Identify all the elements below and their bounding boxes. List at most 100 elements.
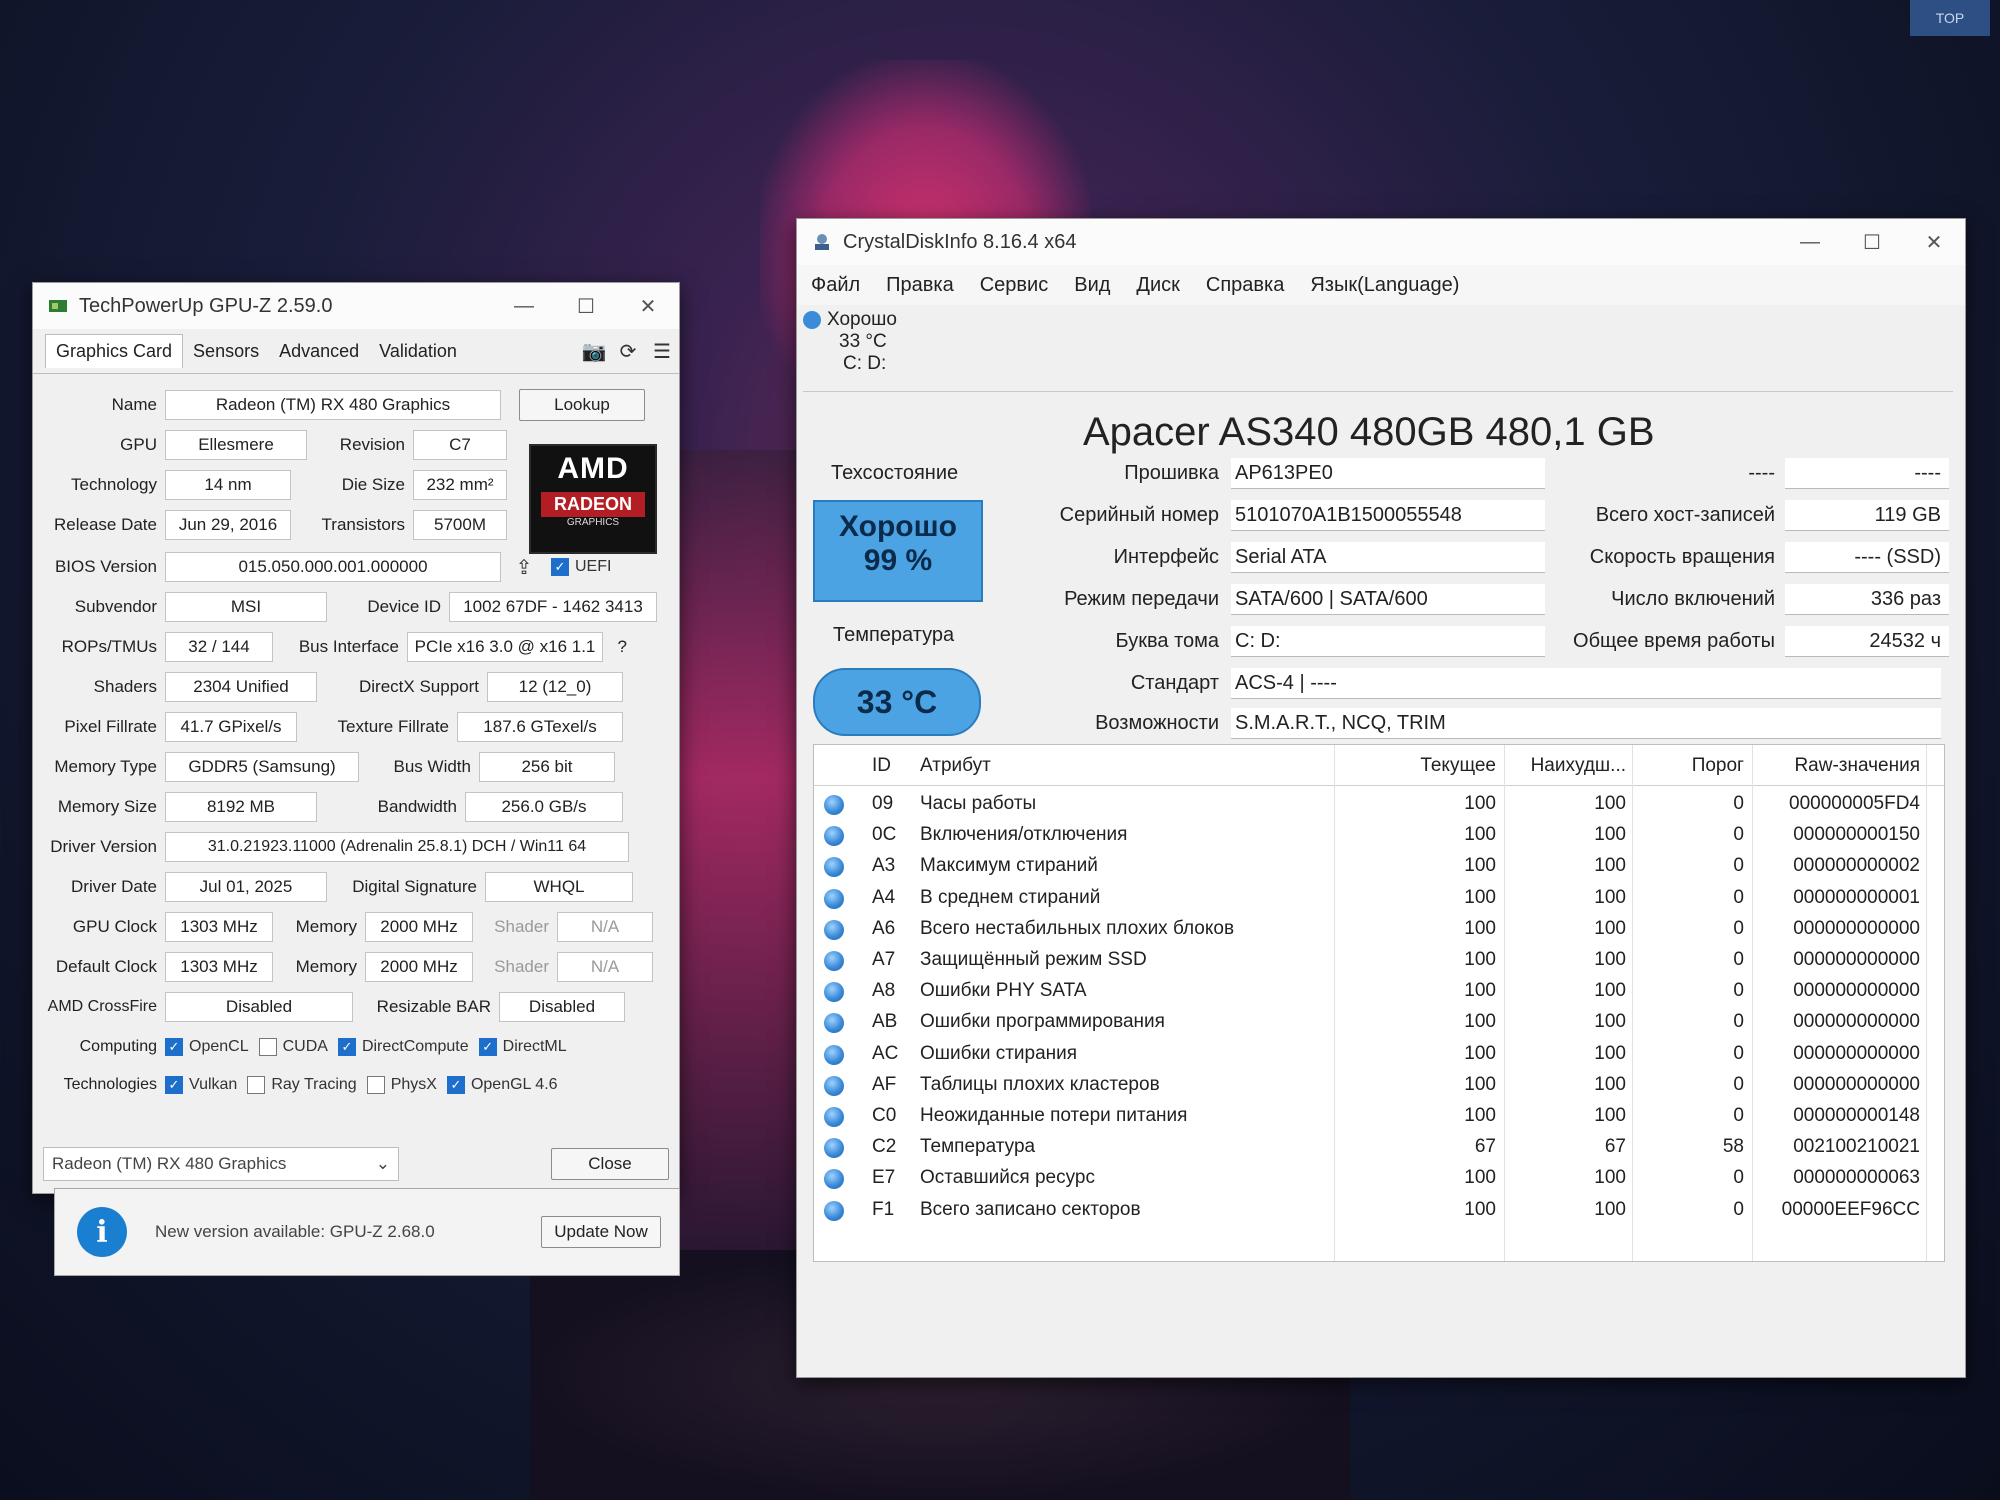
temperature-value[interactable]: 33 °C — [813, 668, 981, 736]
health-percent: 99 % — [863, 544, 933, 577]
gpu-label: GPU — [120, 435, 157, 454]
close-button[interactable]: ✕ — [1903, 219, 1965, 265]
row-raw: 00000EEF96CC — [1781, 1198, 1920, 1220]
transistors-label: Transistors — [321, 515, 405, 534]
row-raw: 000000005FD4 — [1789, 793, 1920, 814]
col-raw[interactable]: Raw-значения — [1750, 755, 1920, 777]
uefi-checkbox[interactable]: ✓ UEFI — [551, 558, 611, 576]
cdi-titlebar[interactable]: CrystalDiskInfo 8.16.4 x64 — ☐ ✕ — [797, 219, 1965, 265]
menu-service[interactable]: Сервис — [980, 274, 1049, 297]
refresh-icon[interactable]: ⟳ — [611, 336, 645, 366]
power-hours-value: 24532 ч — [1785, 626, 1949, 657]
row-threshold: 0 — [1733, 980, 1744, 1002]
desktop-corner-badge[interactable]: TOP — [1910, 0, 1990, 36]
row-attribute: Часы работы — [920, 793, 1037, 814]
row-current: 100 — [1464, 824, 1496, 846]
menu-help[interactable]: Справка — [1206, 274, 1284, 297]
tab-sensors[interactable]: Sensors — [183, 335, 269, 368]
texture-fillrate-value: 187.6 GTexel/s — [457, 712, 623, 742]
row-current: 100 — [1464, 1042, 1496, 1064]
subvendor-label: Subvendor — [74, 597, 157, 616]
opencl-checkbox[interactable]: ✓ OpenCL — [165, 1038, 249, 1056]
interface-value: Serial ATA — [1231, 542, 1545, 573]
row-threshold: 0 — [1733, 793, 1744, 814]
bus-interface-value: PCIe x16 3.0 @ x16 1.1 — [407, 632, 603, 662]
tab-advanced[interactable]: Advanced — [269, 335, 369, 368]
row-worst: 100 — [1594, 1042, 1626, 1064]
driver-version-value: 31.0.21923.11000 (Adrenalin 25.8.1) DCH … — [165, 832, 629, 862]
table-row[interactable]: C0 Неожиданные потери питания 100 100 0 00000… — [814, 1101, 1944, 1132]
table-row[interactable]: 0C Включения/отключения 100 100 0 00000000015… — [814, 820, 1944, 851]
opengl-checkbox[interactable]: ✓ OpenGL 4.6 — [446, 1076, 558, 1094]
directcompute-checkbox[interactable]: ✓ DirectCompute — [337, 1038, 469, 1056]
directml-checkbox[interactable]: ✓ DirectML — [478, 1038, 567, 1056]
update-now-button[interactable]: Update Now — [541, 1216, 661, 1248]
menu-view[interactable]: Вид — [1074, 274, 1110, 297]
table-row[interactable]: C2 Температура 67 67 58 002100210021 — [814, 1132, 1944, 1163]
power-count-label: Число включений — [1611, 588, 1775, 610]
health-status-button[interactable]: Хорошо 99 % — [813, 500, 983, 602]
close-dialog-button[interactable]: Close — [551, 1148, 669, 1180]
share-icon[interactable]: ⇪ — [507, 552, 541, 582]
table-row[interactable]: A8 Ошибки PHY SATA 100 100 0 000000000000 — [814, 976, 1944, 1007]
close-button[interactable]: ✕ — [617, 283, 679, 329]
row-worst: 100 — [1594, 980, 1626, 1002]
menu-language[interactable]: Язык(Language) — [1310, 274, 1459, 297]
table-row[interactable]: AF Таблицы плохих кластеров 100 100 0 0000000… — [814, 1070, 1944, 1101]
camera-icon[interactable]: 📷 — [577, 336, 611, 366]
table-row[interactable]: F1 Всего записано секторов 100 100 0 00000EEF… — [814, 1195, 1944, 1226]
menu-edit[interactable]: Правка — [886, 274, 954, 297]
row-id: AF — [872, 1073, 897, 1095]
maximize-button[interactable]: ☐ — [1841, 219, 1903, 265]
power-hours-label: Общее время работы — [1573, 630, 1775, 652]
table-row[interactable]: A6 Всего нестабильных плохих блоков 100 100… — [814, 914, 1944, 945]
tab-validation[interactable]: Validation — [369, 335, 467, 368]
gpuz-window: TechPowerUp GPU-Z 2.59.0 — ☐ ✕ Graphics … — [32, 282, 680, 1194]
table-row[interactable]: A7 Защищённый режим SSD 100 100 0 00000000000… — [814, 945, 1944, 976]
physx-checkbox[interactable]: PhysX — [366, 1076, 437, 1094]
table-row[interactable]: AC Ошибки стирания 100 100 0 000000000000 — [814, 1039, 1944, 1070]
menu-icon[interactable]: ☰ — [645, 336, 679, 366]
bus-help-button[interactable]: ? — [603, 637, 635, 657]
crystaldiskinfo-window: CrystalDiskInfo 8.16.4 x64 — ☐ ✕ Файл Пр… — [796, 218, 1966, 1378]
ray-tracing-checkbox[interactable]: Ray Tracing — [247, 1076, 357, 1094]
tab-graphics-card[interactable]: Graphics Card — [45, 334, 184, 368]
row-current: 100 — [1464, 855, 1496, 877]
default-memory-label: Memory — [295, 957, 357, 976]
col-threshold[interactable]: Порог — [1634, 755, 1744, 777]
release-date-value: Jun 29, 2016 — [165, 510, 291, 540]
table-row[interactable]: E7 Оставшийся ресурс 100 100 0 000000000063 — [814, 1163, 1944, 1194]
minimize-button[interactable]: — — [493, 283, 555, 329]
col-id[interactable]: ID — [872, 755, 891, 777]
table-row[interactable]: A4 В среднем стираний 100 100 0 000000000001 — [814, 883, 1944, 914]
row-worst: 100 — [1594, 917, 1626, 939]
gpuz-tabbar: Graphics Card Sensors Advanced Validatio… — [33, 329, 679, 374]
vulkan-checkbox[interactable]: ✓ Vulkan — [165, 1076, 237, 1094]
memory-size-value: 8192 MB — [165, 792, 317, 822]
lookup-button[interactable]: Lookup — [519, 389, 645, 421]
drive-tab-status: Хорошо — [827, 309, 897, 330]
status-dot-icon — [824, 919, 844, 940]
menu-file[interactable]: Файл — [811, 274, 860, 297]
row-current: 100 — [1464, 917, 1496, 939]
status-dot-icon — [824, 1107, 844, 1127]
drive-tab[interactable]: Хорошо 33 °C C: D: — [803, 309, 937, 389]
cuda-checkbox[interactable]: CUDA — [258, 1038, 328, 1056]
menu-bar: Файл Правка Сервис Вид Диск Справка Язык… — [797, 265, 1965, 305]
gpuz-titlebar[interactable]: TechPowerUp GPU-Z 2.59.0 — ☐ ✕ — [33, 283, 679, 329]
memory-type-value: GDDR5 (Samsung) — [165, 752, 359, 782]
shader-clock-label: Shader — [494, 917, 549, 936]
col-current[interactable]: Текущее — [1374, 755, 1496, 777]
row-threshold: 0 — [1733, 824, 1744, 846]
rotation-value: ---- (SSD) — [1785, 542, 1949, 573]
table-row[interactable]: A3 Максимум стираний 100 100 0 000000000002 — [814, 851, 1944, 882]
col-attribute[interactable]: Атрибут — [920, 755, 991, 777]
maximize-button[interactable]: ☐ — [555, 283, 617, 329]
minimize-button[interactable]: — — [1779, 219, 1841, 265]
card-select[interactable]: Radeon (TM) RX 480 Graphics ⌄ — [43, 1147, 399, 1181]
row-worst: 100 — [1594, 1105, 1626, 1126]
table-row[interactable]: AB Ошибки программирования 100 100 0 00000000… — [814, 1007, 1944, 1038]
menu-disk[interactable]: Диск — [1136, 274, 1179, 297]
col-worst[interactable]: Наихудш... — [1504, 755, 1626, 777]
table-row[interactable]: 09 Часы работы 100 100 0 000000005FD4 — [814, 789, 1944, 820]
